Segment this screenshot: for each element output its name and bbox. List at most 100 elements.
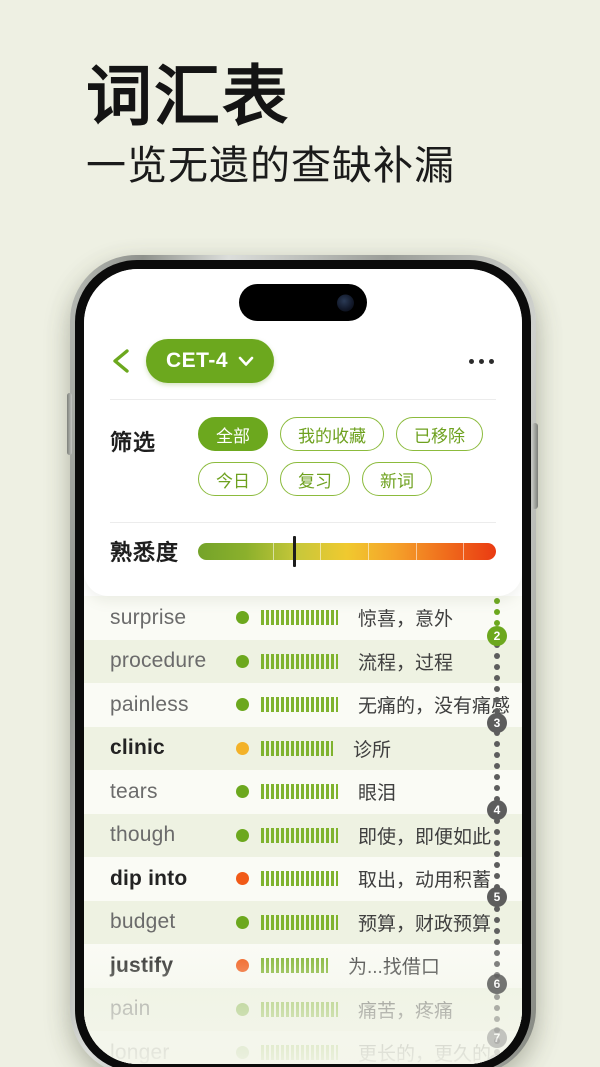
familiarity-bar [261,1001,338,1017]
familiarity-bar [261,1045,338,1061]
top-nav-bar: CET-4 [84,331,522,391]
familiarity-bar [261,610,338,626]
rail-dot [494,741,500,747]
rail-index-marker[interactable]: 2 [487,626,507,646]
rail-index-label: 4 [493,803,501,817]
filter-chip-label: 已移除 [414,426,465,446]
more-horizontal-icon[interactable] [467,351,496,372]
word-term: justify [110,953,174,977]
rail-index-label: 7 [493,1031,501,1045]
word-row[interactable]: tears 眼泪 [84,770,522,814]
word-term: dip into [110,866,188,890]
filter-chip[interactable]: 复习 [280,462,350,496]
word-term: though [110,823,176,847]
dynamic-island [239,284,367,321]
rail-dot [494,873,500,879]
filter-chip[interactable]: 今日 [198,462,268,496]
rail-index-marker[interactable]: 8 [487,1054,507,1064]
familiarity-dot-icon [236,872,249,886]
word-row[interactable]: pain 痛苦，疼痛 [84,987,522,1031]
slider-segment-divider [463,542,465,560]
rail-dot [494,675,500,681]
word-row[interactable]: though 即使，即便如此 [84,813,522,857]
familiarity-dot-icon [236,785,249,799]
familiarity-bar [261,958,328,974]
familiarity-bar [261,697,338,713]
filter-chip-label: 全部 [216,426,250,446]
rail-index-label: 5 [493,890,501,904]
level-selector[interactable]: CET-4 [146,339,275,383]
word-row[interactable]: clinic 诊所 [84,726,522,770]
level-label: CET-4 [166,349,229,372]
rail-dot [494,774,500,780]
slider-segment-divider [367,542,369,560]
rail-index-label: 8 [493,1057,501,1064]
rail-index-marker[interactable]: 3 [487,713,507,733]
word-list[interactable]: surprise 惊喜，意外 procedure 流程，过程 painless 无痛的，没… [84,596,522,1064]
rail-dot [494,994,500,1000]
nav-divider [110,399,496,400]
slider-segment-divider [272,542,274,560]
familiarity-dot-icon [236,1046,249,1060]
word-meaning: 为...找借口 [348,957,440,979]
word-meaning: 流程，过程 [358,652,454,674]
filter-chip[interactable]: 我的收藏 [280,417,384,451]
word-meaning: 眼泪 [358,783,397,805]
familiarity-slider[interactable] [198,535,496,567]
front-camera-icon [337,294,354,311]
familiarity-dot-icon [236,741,249,755]
volume-button[interactable] [67,393,72,455]
word-term: surprise [110,605,187,629]
slider-thumb[interactable] [293,535,297,567]
rail-index-marker[interactable]: 7 [487,1028,507,1048]
rail-dot [494,609,500,615]
word-row[interactable]: procedure 流程，过程 [84,639,522,683]
power-button[interactable] [532,423,538,509]
familiarity-dot-icon [236,654,249,668]
word-meaning: 更长的，更久的 [358,1044,492,1064]
word-meaning: 取出，动用积蓄 [358,870,492,892]
chevron-down-icon [238,356,254,366]
back-icon[interactable] [110,348,132,374]
filter-chip-label: 新词 [380,471,414,491]
word-row[interactable]: painless 无痛的，没有痛感 [84,683,522,727]
filter-chip[interactable]: 新词 [362,462,432,496]
slider-segment-divider [415,542,417,560]
rail-index-label: 6 [493,977,501,991]
word-row[interactable]: surprise 惊喜，意外 [84,596,522,640]
rail-dot [494,1005,500,1011]
word-row[interactable]: justify 为...找借口 [84,944,522,988]
filter-chip[interactable]: 已移除 [396,417,483,451]
word-row[interactable]: longer 更长的，更久的 [84,1031,522,1064]
rail-dot [494,686,500,692]
familiarity-bar [261,653,338,669]
word-term: longer [110,1040,170,1064]
word-term: clinic [110,736,165,760]
rail-dot [494,752,500,758]
filter-chip-group: 全部 我的收藏 已移除今日 复习 新词 [198,417,496,496]
word-term: procedure [110,649,207,673]
word-row[interactable]: budget 预算，财政预算 [84,900,522,944]
familiarity-dot-icon [236,611,249,625]
rail-index-marker[interactable]: 5 [487,887,507,907]
rail-dot [494,697,500,703]
rail-dot [494,785,500,791]
word-meaning: 即使，即便如此 [358,826,492,848]
filter-section: 筛选 全部 我的收藏 已移除 今日 复习 新词 [110,417,496,496]
phone-mockup: CET-4 筛选 全部 我的收藏 已移除 今日 复习 新词 熟悉度 surpri… [62,255,542,1067]
scroll-index-rail[interactable]: 2 3 4 5 6 7 8 [485,596,509,1064]
familiarity-dot-icon [236,1002,249,1016]
slider-segment-divider [320,542,322,560]
rail-dot [494,1016,500,1022]
familiarity-dot-icon [236,828,249,842]
familiarity-bar [261,784,338,800]
rail-index-marker[interactable]: 6 [487,974,507,994]
familiarity-label: 熟悉度 [110,540,180,565]
rail-dot [494,829,500,835]
filter-chip[interactable]: 全部 [198,417,268,451]
rail-index-marker[interactable]: 4 [487,800,507,820]
word-row[interactable]: dip into 取出，动用积蓄 [84,857,522,901]
familiarity-bar [261,827,338,843]
rail-dot [494,939,500,945]
filter-chip-label: 今日 [216,471,250,491]
